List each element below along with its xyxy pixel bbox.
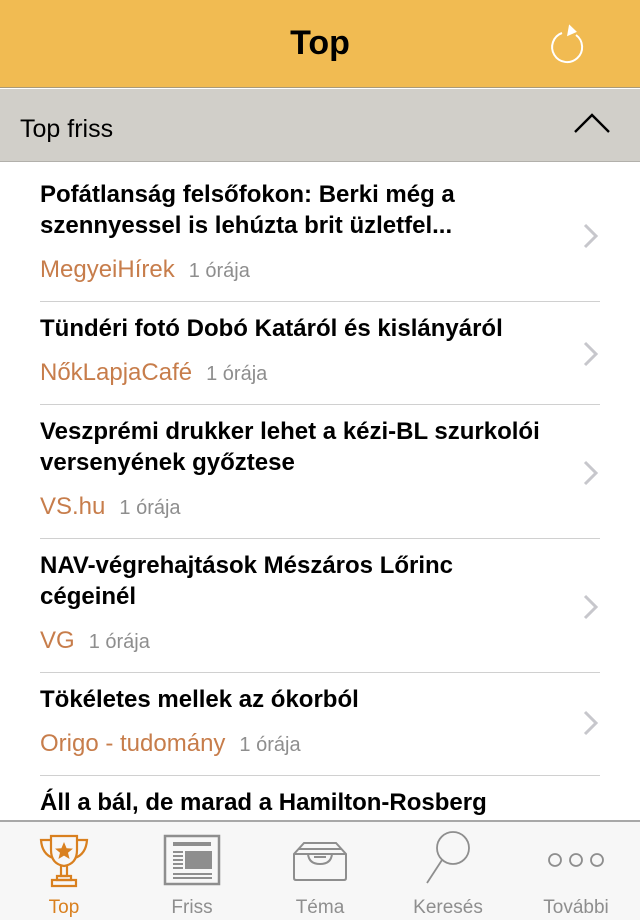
collapse-section-button[interactable] xyxy=(570,108,614,138)
article-headline: NAV-végrehajtások Mészáros Lőrinc cégein… xyxy=(40,552,454,610)
article-headline: Pofátlanság felsőfokon: Berki még a szen… xyxy=(40,181,455,239)
more-icon xyxy=(548,853,604,867)
chevron-right-icon xyxy=(583,460,599,486)
trophy-icon xyxy=(39,834,89,888)
newspaper-icon xyxy=(163,834,221,886)
search-icon xyxy=(426,831,470,884)
article-row[interactable]: Tündéri fotó Dobó Katáról és kislányáról… xyxy=(40,302,600,405)
article-row[interactable]: Tökéletes mellek az ókorból Origo - tudo… xyxy=(40,673,600,776)
article-meta: VG 1 órája xyxy=(40,612,600,670)
article-meta: Origo - tudomány 1 órája xyxy=(40,715,600,773)
chevron-right-icon xyxy=(583,710,599,736)
article-row[interactable]: Veszprémi drukker lehet a kézi-BL szurko… xyxy=(40,405,600,539)
article-time: 1 órája xyxy=(119,497,181,519)
article-source: Origo - tudomány xyxy=(40,730,226,757)
chevron-right-icon xyxy=(583,223,599,249)
tab-tovabbi[interactable]: További xyxy=(512,822,640,920)
article-row[interactable]: Áll a bál, de marad a Hamilton-Rosberg xyxy=(40,776,600,820)
article-row[interactable]: Pofátlanság felsőfokon: Berki még a szen… xyxy=(40,168,600,302)
article-source: VG xyxy=(40,627,75,654)
chevron-right-icon xyxy=(583,341,599,367)
article-meta: MegyeiHírek 1 órája xyxy=(40,241,600,299)
tab-label: Top xyxy=(48,897,80,918)
tab-label: Téma xyxy=(295,897,345,918)
refresh-button[interactable] xyxy=(540,18,594,68)
article-time: 1 órája xyxy=(88,631,150,653)
chevron-right-icon xyxy=(583,594,599,620)
tab-friss[interactable]: Friss xyxy=(128,822,256,920)
article-source: NőkLapjaCafé xyxy=(40,359,193,386)
article-list[interactable]: Pofátlanság felsőfokon: Berki még a szen… xyxy=(0,168,640,820)
tab-label: Friss xyxy=(171,897,213,918)
tab-tema[interactable]: Téma xyxy=(256,822,384,920)
article-meta: VS.hu 1 órája xyxy=(40,478,600,536)
tab-label: További xyxy=(543,897,609,918)
tab-kereses[interactable]: Keresés xyxy=(384,822,512,920)
inbox-tray-icon xyxy=(293,842,347,881)
navigation-bar: Top xyxy=(0,0,640,88)
tab-top[interactable]: Top xyxy=(0,822,128,920)
article-headline: Áll a bál, de marad a Hamilton-Rosberg xyxy=(40,789,487,816)
article-time: 1 órája xyxy=(239,734,301,756)
article-source: MegyeiHírek xyxy=(40,256,175,283)
refresh-icon xyxy=(551,24,584,64)
article-time: 1 órája xyxy=(188,260,250,282)
article-meta: NőkLapjaCafé 1 órája xyxy=(40,344,600,402)
article-source: VS.hu xyxy=(40,493,106,520)
section-header[interactable]: Top friss xyxy=(0,89,640,162)
article-headline: Tündéri fotó Dobó Katáról és kislányáról xyxy=(40,315,503,342)
tab-label: Keresés xyxy=(413,897,483,918)
article-time: 1 órája xyxy=(206,363,268,385)
article-headline: Tökéletes mellek az ókorból xyxy=(40,686,359,713)
article-row[interactable]: NAV-végrehajtások Mészáros Lőrinc cégein… xyxy=(40,539,600,673)
section-title: Top friss xyxy=(20,115,114,143)
article-headline: Veszprémi drukker lehet a kézi-BL szurko… xyxy=(40,418,540,476)
chevron-up-icon xyxy=(574,113,610,133)
tab-bar: Top Friss Téma Keresés További xyxy=(0,820,640,920)
